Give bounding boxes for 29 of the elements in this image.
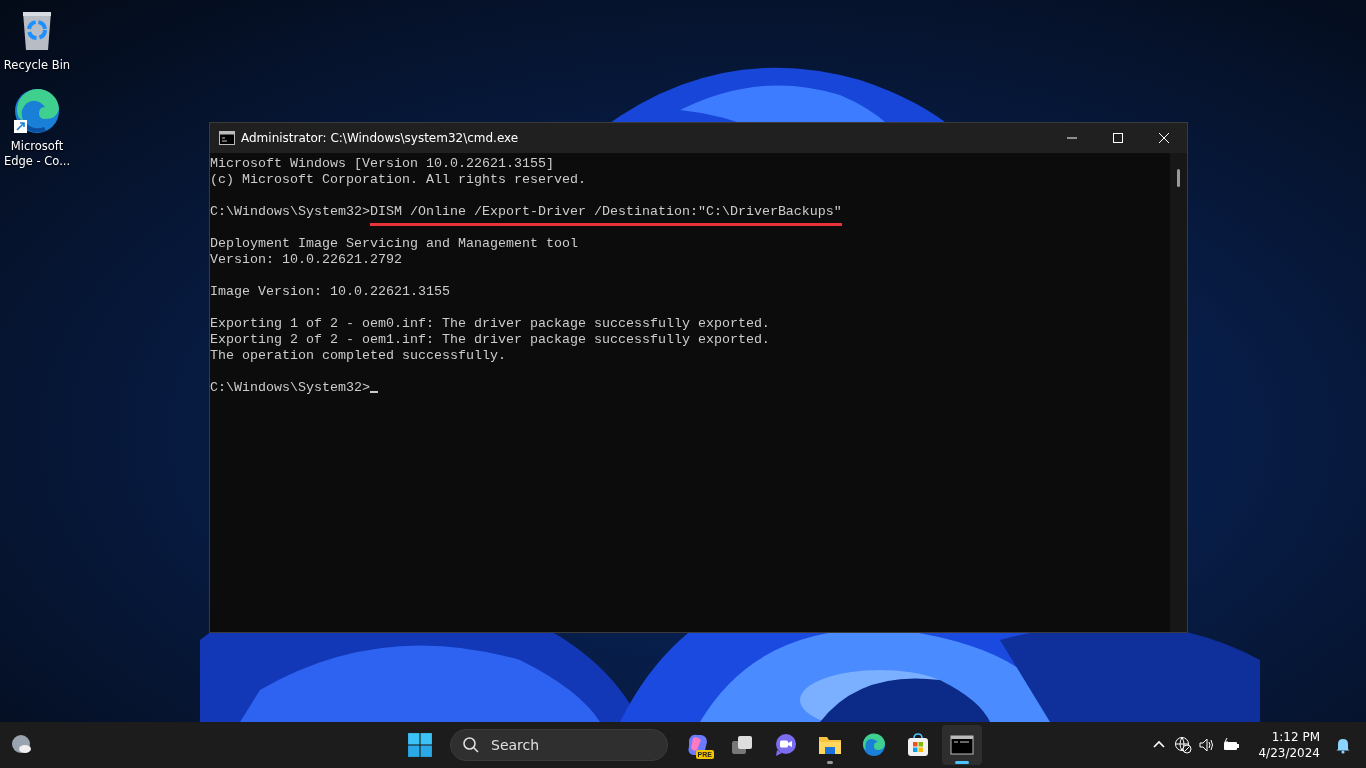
browser-shortcut-icon[interactable]: [13, 87, 61, 135]
console-line: (c) Microsoft Corporation. All rights reserved.: [210, 172, 587, 188]
prompt-text: C:\Windows\System32>: [210, 204, 370, 219]
maximize-icon: [1112, 132, 1124, 144]
console-line: Exporting 2 of 2 - oem1.inf: The driver package successfully exported.: [210, 332, 771, 348]
browser-icon: [861, 732, 887, 758]
network-icon[interactable]: [1174, 736, 1193, 754]
clock[interactable]: 1:12 PM 4/23/2024: [1258, 729, 1320, 761]
console-line: Version: 10.0.22621.2792: [210, 252, 403, 268]
console-line: The operation completed successfully.: [210, 348, 507, 364]
desktop-icon-label[interactable]: Recycle Bin: [0, 58, 74, 73]
scrollbar-thumb[interactable]: [1177, 169, 1180, 187]
close-icon: [1158, 132, 1170, 144]
command-text: DISM /Online /Export-Driver /Destination:"C:\DriverBackups": [369, 204, 842, 226]
window-title: Administrator: C:\Windows\system32\cmd.exe: [241, 131, 520, 145]
taskbar-app-button[interactable]: [942, 725, 982, 765]
prompt-text: C:\Windows\System32>: [210, 380, 370, 395]
console-icon: [219, 131, 235, 145]
desktop-icon-label[interactable]: Microsoft Edge - Co...: [0, 139, 74, 169]
store-bag-icon: [905, 732, 931, 758]
console-line: Image Version: 10.0.22621.3155: [210, 284, 451, 300]
notification-bell-icon[interactable]: [1334, 736, 1352, 754]
console-line: Exporting 1 of 2 - oem0.inf: The driver package successfully exported.: [210, 316, 771, 332]
search-field[interactable]: Search: [450, 729, 668, 761]
windows-logo-icon: [407, 732, 433, 758]
console-line: Deployment Image Servicing and Management tool: [210, 236, 579, 252]
console-line: Microsoft Windows [Version 10.0.22621.3155]: [210, 156, 555, 172]
video-chat-icon: [773, 732, 799, 758]
console-icon: [949, 732, 975, 758]
